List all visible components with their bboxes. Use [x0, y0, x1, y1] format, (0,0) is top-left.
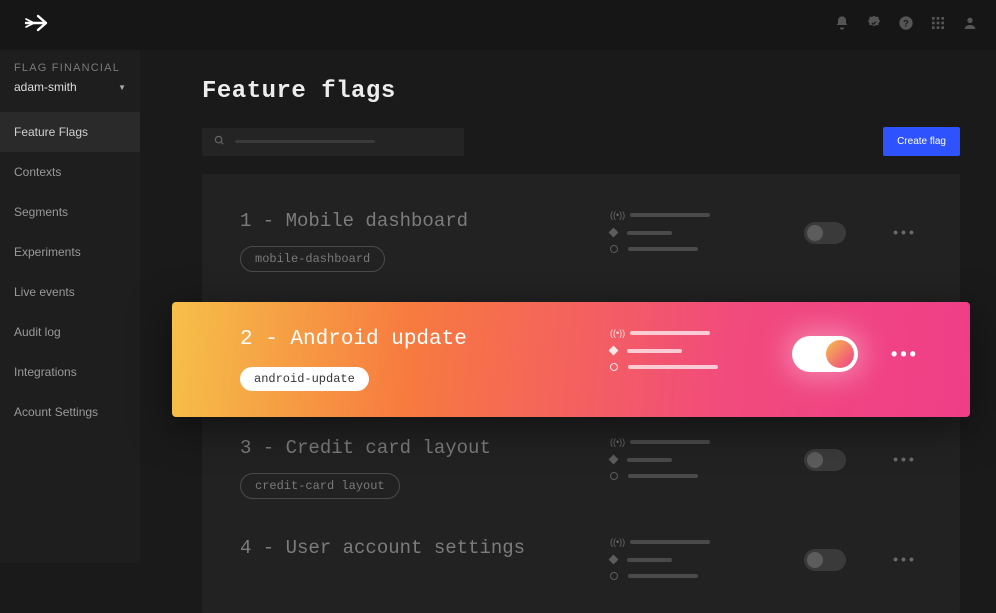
- verified-badge-icon[interactable]: [866, 15, 882, 36]
- flag-row[interactable]: 1 - Mobile dashboard mobile-dashboard ((•…: [202, 196, 960, 296]
- flag-toggle[interactable]: [792, 336, 858, 372]
- meta-bar: [627, 458, 672, 462]
- user-avatar-icon[interactable]: [962, 15, 978, 36]
- search-icon: [214, 135, 225, 149]
- flag-meta: ((•)): [610, 328, 770, 380]
- meta-bar: [630, 440, 710, 444]
- meta-bar: [627, 231, 672, 235]
- flag-title: 3 - Credit card layout: [240, 437, 610, 459]
- flag-toggle[interactable]: [804, 449, 846, 471]
- signal-icon: ((•)): [610, 328, 620, 338]
- clock-icon: [610, 245, 618, 253]
- signal-icon: ((•)): [610, 537, 620, 547]
- flag-title: 4 - User account settings: [240, 537, 610, 559]
- diamond-icon: [609, 346, 619, 356]
- sidebar-item-experiments[interactable]: Experiments: [0, 232, 140, 272]
- signal-icon: ((•)): [610, 210, 620, 220]
- meta-bar: [627, 349, 682, 353]
- flag-row[interactable]: 2 - Android update android-update ((•)) •…: [172, 302, 970, 417]
- more-actions-icon[interactable]: •••: [891, 344, 919, 365]
- org-name: FLAG FINANCIAL: [14, 62, 126, 74]
- flag-toggle[interactable]: [804, 222, 846, 244]
- more-actions-icon[interactable]: •••: [893, 451, 917, 467]
- flag-row[interactable]: 4 - User account settings ((•)) •••: [202, 523, 960, 613]
- flag-row[interactable]: 3 - Credit card layout credit-card layout…: [202, 423, 960, 523]
- clock-icon: [610, 572, 618, 580]
- apps-grid-icon[interactable]: [930, 15, 946, 36]
- meta-bar: [630, 213, 710, 217]
- top-icon-bar: ?: [834, 15, 978, 36]
- diamond-icon: [609, 455, 619, 465]
- flag-toggle[interactable]: [804, 549, 846, 571]
- sidebar-item-feature-flags[interactable]: Feature Flags: [0, 112, 140, 152]
- flag-title: 1 - Mobile dashboard: [240, 210, 610, 232]
- clock-icon: [610, 363, 618, 371]
- meta-bar: [630, 540, 710, 544]
- sidebar-nav: Feature FlagsContextsSegmentsExperiments…: [0, 112, 140, 432]
- more-actions-icon[interactable]: •••: [893, 551, 917, 567]
- meta-bar: [630, 331, 710, 335]
- flag-meta: ((•)): [610, 437, 770, 489]
- clock-icon: [610, 472, 618, 480]
- diamond-icon: [609, 228, 619, 238]
- svg-text:?: ?: [903, 18, 909, 28]
- flags-list: 1 - Mobile dashboard mobile-dashboard ((•…: [202, 174, 960, 613]
- chevron-down-icon: ▼: [118, 83, 126, 92]
- project-selector-label: adam-smith: [14, 80, 77, 94]
- sidebar-item-contexts[interactable]: Contexts: [0, 152, 140, 192]
- main-content: Feature flags Create flag 1 - Mobile das…: [140, 50, 996, 563]
- flag-meta: ((•)): [610, 537, 770, 589]
- create-flag-button[interactable]: Create flag: [883, 127, 960, 156]
- sidebar-item-segments[interactable]: Segments: [0, 192, 140, 232]
- search-input[interactable]: [202, 128, 464, 156]
- more-actions-icon[interactable]: •••: [893, 224, 917, 240]
- flag-key-pill: credit-card layout: [240, 473, 400, 499]
- sidebar-item-integrations[interactable]: Integrations: [0, 352, 140, 392]
- flag-key-pill: mobile-dashboard: [240, 246, 385, 272]
- top-bar: ?: [0, 0, 996, 50]
- toolbar: Create flag: [202, 127, 960, 156]
- flag-title: 2 - Android update: [240, 328, 610, 351]
- meta-bar: [628, 474, 698, 478]
- bell-icon[interactable]: [834, 15, 850, 36]
- sidebar: FLAG FINANCIAL adam-smith ▼ Feature Flag…: [0, 50, 140, 563]
- project-selector[interactable]: adam-smith ▼: [14, 80, 126, 94]
- search-placeholder-line: [235, 140, 375, 143]
- brand-logo[interactable]: [18, 13, 52, 38]
- sidebar-item-audit-log[interactable]: Audit log: [0, 312, 140, 352]
- flag-key-pill: android-update: [240, 367, 369, 391]
- flag-meta: ((•)): [610, 210, 770, 262]
- page-title: Feature flags: [202, 78, 960, 105]
- sidebar-item-acount-settings[interactable]: Acount Settings: [0, 392, 140, 432]
- meta-bar: [628, 574, 698, 578]
- meta-bar: [628, 365, 718, 369]
- signal-icon: ((•)): [610, 437, 620, 447]
- meta-bar: [628, 247, 698, 251]
- arrow-logo-icon: [24, 13, 52, 38]
- help-icon[interactable]: ?: [898, 15, 914, 36]
- sidebar-item-live-events[interactable]: Live events: [0, 272, 140, 312]
- meta-bar: [627, 558, 672, 562]
